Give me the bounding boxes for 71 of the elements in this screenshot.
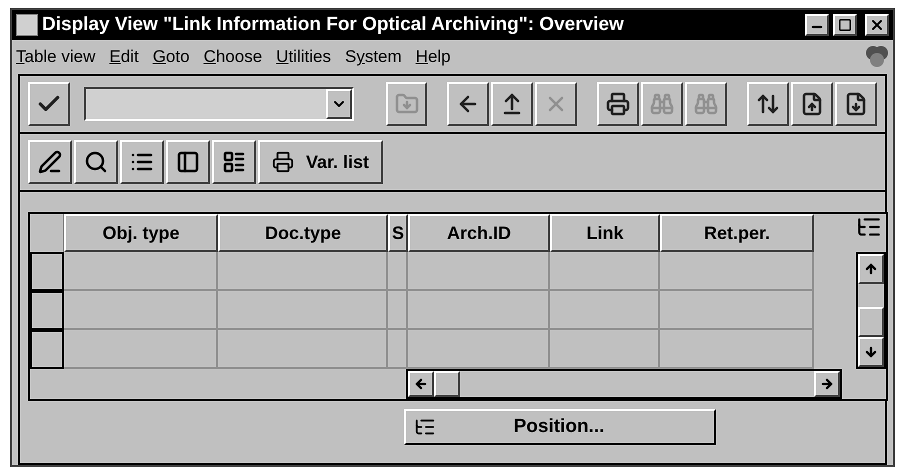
minimize-button[interactable] [805,14,829,36]
edit-icon [38,150,62,174]
table-cell[interactable] [388,252,408,291]
find-next-icon [694,92,718,116]
list-button[interactable] [212,140,256,184]
panel-button[interactable] [166,140,210,184]
vertical-scrollbar[interactable] [856,252,886,369]
table-cell[interactable] [218,330,388,369]
search-icon [84,150,108,174]
page-down-button[interactable] [834,82,877,126]
column-header[interactable]: S [388,214,408,252]
table-cell[interactable] [550,252,660,291]
column-header[interactable]: Ret.per. [660,214,814,252]
right-arrow-icon [820,377,834,391]
table-cell[interactable] [408,252,550,291]
table-cell[interactable] [550,330,660,369]
menu-item[interactable]: Edit [109,44,139,70]
table-cell[interactable] [218,252,388,291]
table-cell[interactable] [64,252,218,291]
window-title: Display View "Link Information For Optical Archiving": Overview [42,12,625,37]
scroll-thumb[interactable] [858,307,884,337]
close-button[interactable] [865,14,889,36]
back-button[interactable] [447,82,490,126]
page-up-icon [800,92,824,116]
list-icon [222,150,246,174]
panel-icon [176,150,200,174]
scroll-thumb[interactable] [434,371,460,397]
table-cell[interactable] [660,252,814,291]
exit-button[interactable] [491,82,534,126]
column-header[interactable]: Link [550,214,660,252]
column-header[interactable]: Doc.type [218,214,388,252]
print-icon [606,92,630,116]
table-cell[interactable] [408,330,550,369]
horizontal-scrollbar[interactable] [406,369,842,399]
folder-icon [394,92,419,116]
menu-item[interactable]: Goto [152,44,190,70]
page-button[interactable] [747,82,790,126]
enter-button[interactable] [28,82,70,126]
table-cell[interactable] [550,291,660,330]
row-selector[interactable] [30,252,64,291]
search-button[interactable] [74,140,118,184]
menu-item[interactable]: Table view [16,44,96,70]
edit-button[interactable] [28,140,72,184]
table-cell[interactable] [660,291,814,330]
menu-item[interactable]: Utilities [276,44,331,70]
table-cell[interactable] [388,330,408,369]
maximize-button[interactable] [833,14,857,36]
page-up-button[interactable] [791,82,833,126]
close-icon [869,17,885,33]
table-cell[interactable] [660,330,814,369]
row-selector[interactable] [30,291,64,330]
menu-item[interactable]: Choose [204,44,262,70]
table-cell[interactable] [218,291,388,330]
table-cell[interactable] [408,291,550,330]
row-selector[interactable] [30,330,64,369]
column-header[interactable]: Arch.ID [408,214,550,252]
position-button[interactable]: Position... [404,409,716,445]
table-cell[interactable] [64,291,218,330]
print-icon [272,151,294,173]
column-header[interactable]: Obj. type [64,214,218,252]
find-icon [650,92,674,116]
maximize-icon [838,18,852,32]
list-button[interactable] [120,140,164,184]
menu-item[interactable]: Help [416,44,451,70]
command-field[interactable] [84,87,354,121]
var-list-button[interactable]: Var. list [258,140,384,184]
app-icon [16,14,38,36]
print-button[interactable] [597,82,640,126]
menu-item[interactable]: System [344,44,402,70]
table-cell[interactable] [388,291,408,330]
table-cell[interactable] [64,330,218,369]
